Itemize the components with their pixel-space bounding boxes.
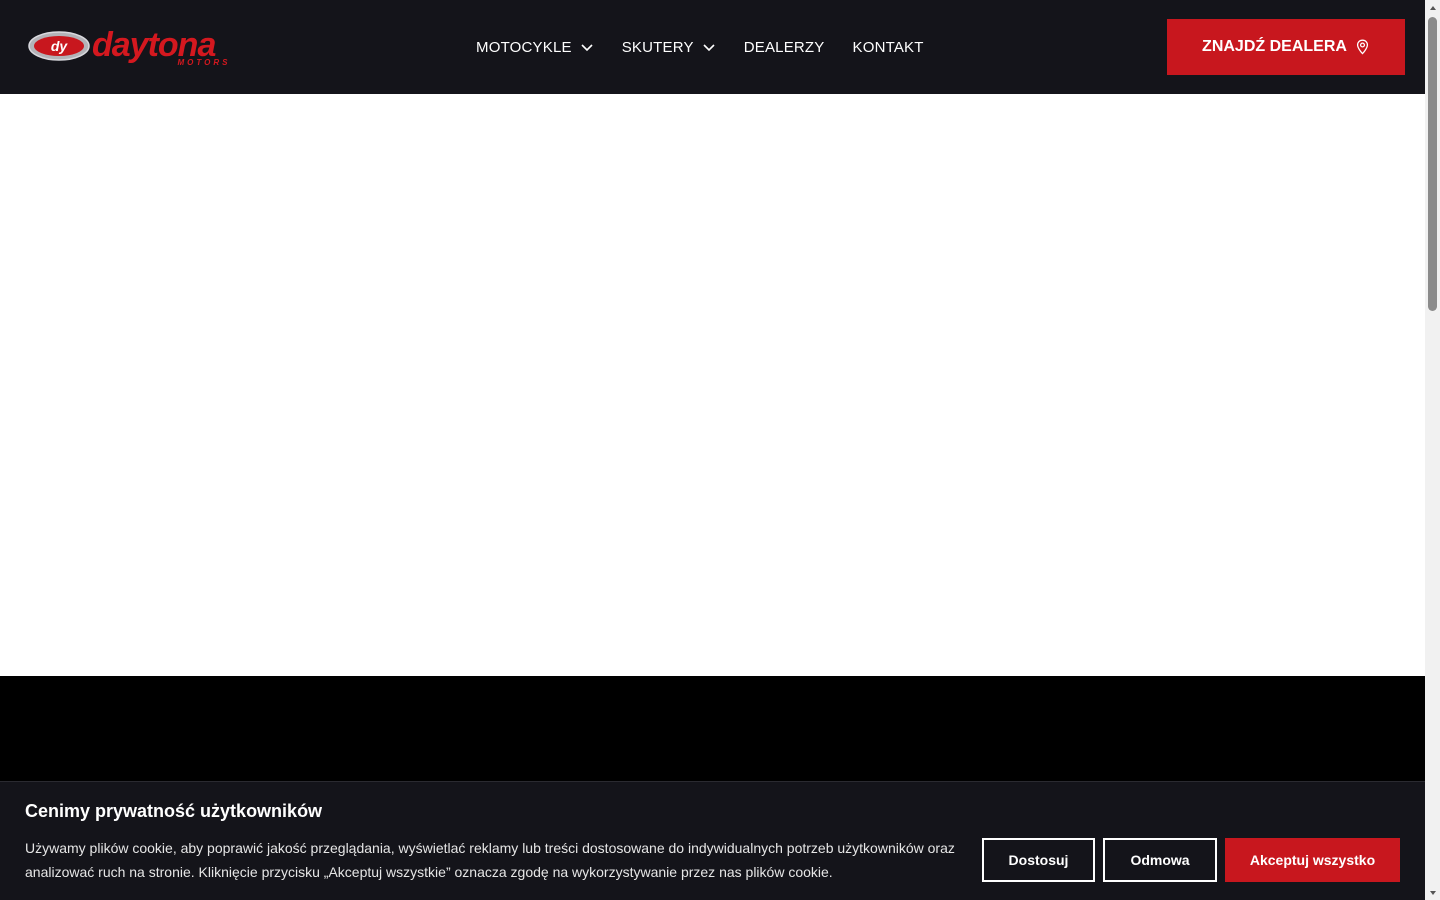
nav-item-dealerzy[interactable]: DEALERZY xyxy=(744,39,825,56)
cookie-title: Cenimy prywatność użytkowników xyxy=(25,801,323,821)
find-dealer-label: ZNAJDŹ DEALERA xyxy=(1202,38,1347,55)
nav-item-motocykle[interactable]: MOTOCYKLE xyxy=(476,39,594,56)
cookie-text: Używamy plików cookie, aby poprawić jako… xyxy=(25,840,955,880)
reject-button[interactable]: Odmowa xyxy=(1103,838,1217,882)
triangle-down-icon xyxy=(1429,890,1436,895)
nav-item-label: MOTOCYKLE xyxy=(476,38,572,56)
chevron-down-icon xyxy=(703,44,715,52)
map-pin-icon xyxy=(1356,39,1368,55)
main-content xyxy=(0,94,1425,676)
nav-item-skutery[interactable]: SKUTERY xyxy=(622,39,716,56)
scroll-thumb[interactable] xyxy=(1428,17,1437,311)
scrollbar[interactable] xyxy=(1425,0,1440,900)
logo-subtext: MOTORS xyxy=(178,58,231,67)
nav-item-kontakt[interactable]: KONTAKT xyxy=(853,39,924,56)
triangle-up-icon xyxy=(1429,5,1436,10)
scroll-up-arrow[interactable] xyxy=(1425,0,1440,15)
find-dealer-button[interactable]: ZNAJDŹ DEALERA xyxy=(1167,19,1405,75)
nav-item-label: SKUTERY xyxy=(621,38,694,56)
nav-item-label: DEALERZY xyxy=(743,38,825,56)
customize-button[interactable]: Dostosuj xyxy=(982,838,1095,882)
scroll-down-arrow[interactable] xyxy=(1425,885,1440,900)
daytona-logo[interactable]: dy daytona MOTORS xyxy=(28,26,258,68)
cookie-banner: Cenimy prywatność użytkowników Używamy p… xyxy=(0,781,1425,900)
page: dy daytona MOTORS MOTOCYKLE SKUTERY DEAL… xyxy=(0,0,1440,900)
logo-emblem-text: dy xyxy=(51,38,69,54)
main-nav: MOTOCYKLE SKUTERY DEALERZY KONTAKT xyxy=(476,0,924,94)
site-header: dy daytona MOTORS MOTOCYKLE SKUTERY DEAL… xyxy=(0,0,1425,94)
nav-item-label: KONTAKT xyxy=(852,38,924,56)
accept-all-button[interactable]: Akceptuj wszystko xyxy=(1225,838,1400,882)
chevron-down-icon xyxy=(581,44,593,52)
